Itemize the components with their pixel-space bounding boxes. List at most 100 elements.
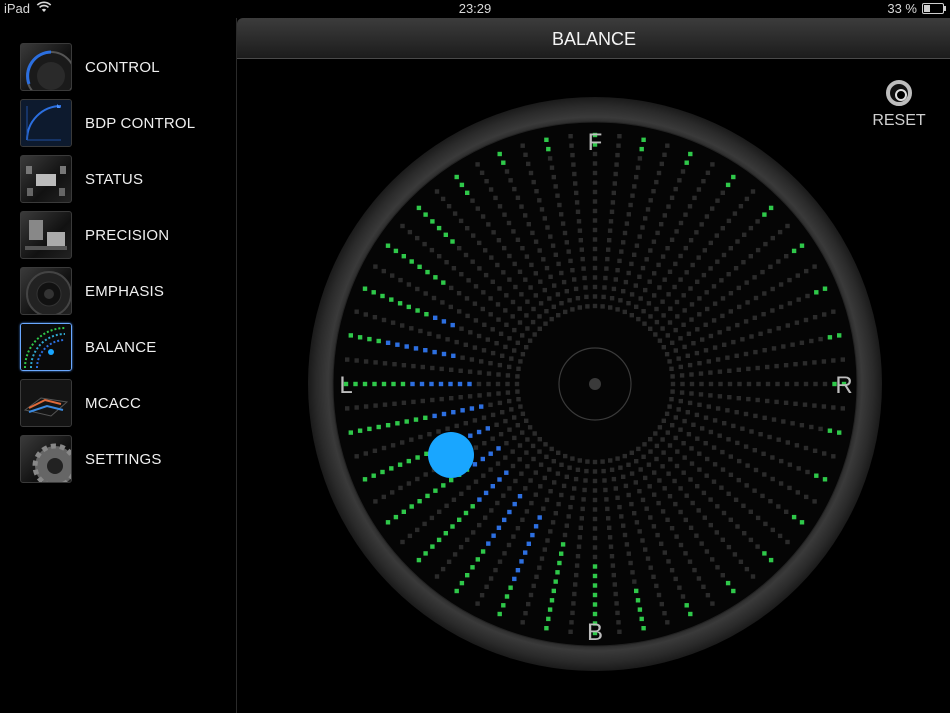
led-segment — [809, 424, 814, 430]
led-segment — [689, 446, 694, 451]
center-point — [589, 378, 601, 390]
led-segment — [701, 272, 707, 278]
led-segment — [493, 195, 498, 201]
sidebar-item-mcacc[interactable]: MCACC — [20, 378, 230, 428]
sidebar-item-status[interactable]: STATUS — [20, 154, 230, 204]
led-segment — [448, 304, 453, 310]
led-segment — [411, 399, 416, 405]
led-segment — [564, 289, 569, 294]
led-segment — [497, 400, 503, 406]
led-segment — [666, 471, 671, 476]
led-segment — [613, 591, 618, 597]
led-segment — [689, 302, 695, 307]
led-segment — [550, 243, 556, 248]
led-segment — [496, 525, 502, 530]
led-segment — [500, 353, 505, 358]
led-segment — [566, 514, 571, 519]
led-segment — [357, 428, 363, 433]
balance-position-handle[interactable] — [428, 432, 474, 478]
led-segment — [636, 446, 641, 452]
led-segment — [407, 533, 413, 539]
led-segment — [690, 262, 695, 268]
device-name: iPad — [4, 1, 31, 16]
led-segment — [678, 509, 683, 515]
sidebar-item-label: CONTROL — [85, 58, 160, 76]
led-segment — [708, 333, 714, 339]
sidebar-item-precision[interactable]: PRECISION — [20, 210, 230, 260]
balance-dial[interactable]: F B L R — [307, 96, 883, 672]
led-segment — [407, 229, 413, 235]
led-segment — [770, 235, 775, 241]
led-segment — [760, 269, 765, 275]
led-segment — [762, 348, 767, 353]
led-segment — [575, 296, 581, 301]
led-segment — [605, 506, 610, 512]
led-segment — [669, 366, 674, 371]
led-segment — [467, 369, 473, 374]
sidebar-item-balance[interactable]: BALANCE — [20, 322, 230, 372]
led-segment — [748, 509, 753, 514]
led-segment — [544, 497, 550, 503]
led-segment — [640, 497, 646, 503]
led-segment — [476, 333, 482, 339]
led-segment — [775, 381, 780, 387]
led-segment — [673, 327, 678, 333]
led-segment — [662, 152, 667, 157]
led-segment — [459, 326, 464, 331]
led-segment — [444, 503, 449, 508]
led-segment — [563, 309, 568, 315]
status-bar: iPad 23:29 33 % — [0, 0, 950, 18]
led-segment — [575, 467, 581, 472]
sidebar-item-bdp-control[interactable]: BDP CONTROL — [20, 98, 230, 148]
led-segment — [467, 394, 473, 399]
led-segment — [651, 189, 656, 194]
led-segment — [469, 357, 475, 362]
led-segment — [460, 355, 465, 360]
led-segment — [740, 337, 745, 342]
led-segment — [639, 616, 644, 622]
led-segment — [592, 545, 598, 550]
led-segment — [629, 292, 635, 297]
led-segment — [661, 450, 666, 455]
led-segment — [556, 450, 561, 455]
sidebar-item-control[interactable]: CONTROL — [20, 42, 230, 92]
led-segment — [656, 592, 662, 598]
led-segment — [652, 271, 657, 276]
led-segment — [613, 277, 618, 282]
led-segment — [731, 174, 736, 180]
led-segment — [696, 508, 701, 513]
led-segment — [488, 451, 493, 456]
led-segment — [567, 298, 572, 303]
led-segment — [577, 535, 583, 540]
led-segment — [517, 320, 523, 325]
led-segment — [556, 313, 561, 318]
led-segment — [607, 238, 612, 243]
led-segment — [507, 486, 512, 491]
led-segment — [525, 464, 530, 469]
led-segment — [537, 565, 542, 570]
led-segment — [662, 550, 667, 555]
led-segment — [523, 550, 528, 555]
led-segment — [479, 170, 485, 175]
led-segment — [695, 436, 700, 441]
led-segment — [465, 537, 470, 542]
sidebar-item-settings[interactable]: SETTINGS — [20, 434, 230, 484]
led-segment — [708, 522, 713, 528]
led-segment — [785, 440, 790, 445]
sidebar-item-emphasis[interactable]: EMPHASIS — [20, 266, 230, 316]
led-segment — [434, 189, 440, 194]
led-segment — [452, 552, 458, 557]
led-segment — [638, 296, 643, 301]
led-segment — [619, 514, 624, 519]
led-segment — [592, 256, 598, 261]
led-segment — [743, 351, 749, 357]
led-segment — [665, 517, 670, 522]
led-segment — [511, 229, 516, 234]
led-segment — [712, 462, 718, 467]
led-segment — [472, 301, 478, 306]
led-segment — [717, 433, 722, 438]
led-segment — [822, 286, 828, 291]
led-segment — [423, 348, 428, 353]
led-segment — [526, 161, 531, 167]
led-segment — [520, 352, 526, 357]
